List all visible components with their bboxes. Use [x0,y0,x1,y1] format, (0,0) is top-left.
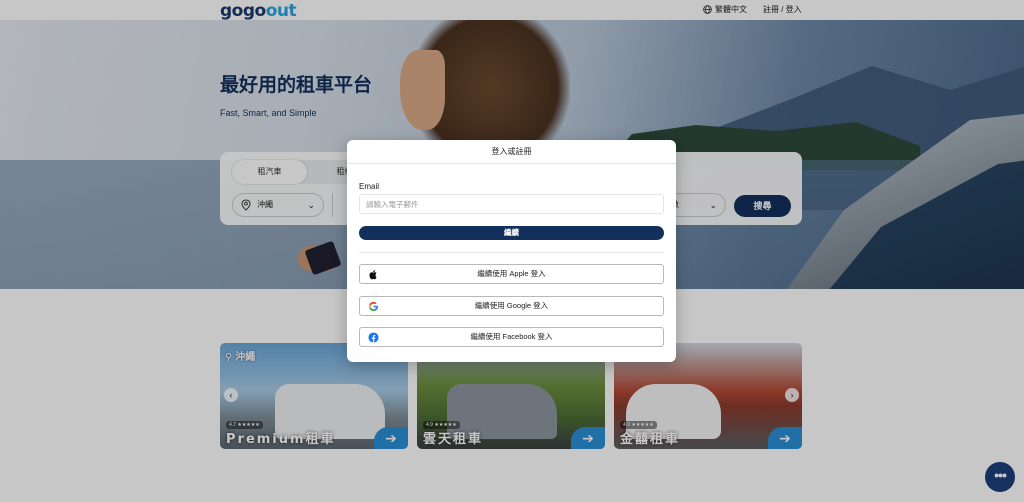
google-login-label: 繼續使用 Google 登入 [474,301,549,310]
continue-button[interactable]: 繼續 [359,226,664,240]
email-label: Email [359,182,380,191]
modal-title: 登入或註冊 [347,140,676,164]
apple-icon [369,270,377,280]
apple-login-label: 繼續使用 Apple 登入 [477,269,546,278]
login-modal: 登入或註冊 Email 繼續 繼續使用 Apple 登入 繼續使用 Google… [347,140,676,362]
apple-login-button[interactable]: 繼續使用 Apple 登入 [359,264,664,284]
facebook-login-label: 繼續使用 Facebook 登入 [470,332,553,341]
facebook-login-button[interactable]: 繼續使用 Facebook 登入 [359,327,664,347]
google-icon [368,301,379,312]
google-login-button[interactable]: 繼續使用 Google 登入 [359,296,664,316]
facebook-icon [368,332,379,343]
divider [359,252,664,253]
email-input[interactable] [359,194,664,214]
